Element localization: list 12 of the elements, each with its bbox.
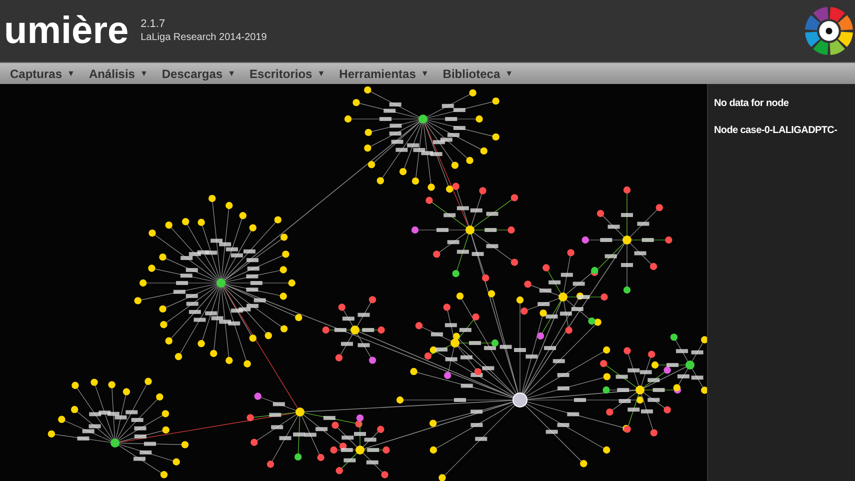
version-text: 2.1.7 [140,18,166,32]
menu-item[interactable]: Escritorios ▼ [250,64,326,82]
app-logo-text: umière [4,12,129,50]
logo-icon [805,7,853,55]
menu-item[interactable]: Herramientas ▼ [339,64,429,82]
menu-item[interactable]: Descargas ▼ [162,64,236,82]
menu-item[interactable]: Capturas ▼ [10,64,75,82]
node-info-text: Node case-0-LALIGADPTC- [714,124,838,138]
node-info-text: No data for node [714,97,790,111]
menu-item[interactable]: Biblioteca ▼ [442,64,514,82]
subtitle-text: LaLiga Research 2014-2019 [140,32,267,44]
menu-item[interactable]: Análisis ▼ [88,64,148,82]
